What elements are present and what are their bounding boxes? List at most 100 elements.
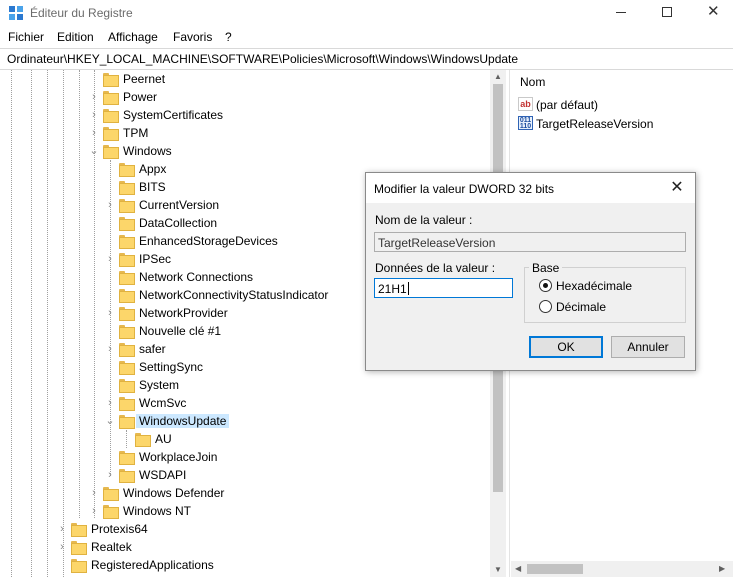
value-name-label: Nom de la valeur : [375,213,473,227]
dialog-title: Modifier la valeur DWORD 32 bits [374,182,555,196]
tree-node-au[interactable]: AU [0,431,480,449]
minimize-button[interactable] [598,0,644,26]
chevron-right-icon[interactable]: › [104,199,116,211]
close-window-button[interactable]: ✕ [690,0,733,26]
menu-edition[interactable]: Edition [57,30,94,44]
minimize-icon [616,12,626,13]
tree-node-windows-defender[interactable]: › Windows Defender [0,485,480,503]
menu-favoris[interactable]: Favoris [173,30,212,44]
dialog-title-bar: Modifier la valeur DWORD 32 bits ✕ [366,173,695,203]
chevron-right-icon[interactable]: › [56,523,68,535]
chevron-right-icon[interactable]: › [104,469,116,481]
folder-icon [118,234,135,249]
menu-help[interactable]: ? [225,30,232,44]
close-icon[interactable]: ✕ [663,177,691,199]
tree-node-registeredapplications[interactable]: RegisteredApplications [0,557,480,575]
tree-node-protexis64[interactable]: › Protexis64 [0,521,480,539]
title-bar: Éditeur du Registre ✕ [0,0,733,26]
edit-dword-dialog: Modifier la valeur DWORD 32 bits ✕ Nom d… [365,172,696,371]
scroll-right-icon[interactable]: ▶ [719,564,725,573]
value-data-input[interactable]: 21H1 [374,278,513,298]
folder-icon [118,360,135,375]
tree-node-workplacejoin[interactable]: WorkplaceJoin [0,449,480,467]
folder-icon [70,522,87,537]
maximize-icon [662,7,672,17]
address-bar[interactable]: Ordinateur\HKEY_LOCAL_MACHINE\SOFTWARE\P… [0,48,733,70]
base-label: Base [529,261,563,275]
chevron-right-icon[interactable]: › [56,541,68,553]
folder-icon [118,180,135,195]
folder-icon [118,162,135,177]
folder-icon [118,288,135,303]
folder-icon [102,72,119,87]
radio-decimal-label[interactable]: Décimale [556,300,606,314]
folder-icon [118,306,135,321]
tree-node-tpm[interactable]: › TPM [0,125,480,143]
folder-icon [118,342,135,357]
tree-node-power[interactable]: › Power [0,89,480,107]
folder-icon [118,252,135,267]
window-title: Éditeur du Registre [30,6,133,20]
folder-open-icon [118,414,135,429]
registry-editor-icon [9,6,23,20]
chevron-right-icon[interactable]: › [88,127,100,139]
tree-node-realtek[interactable]: › Realtek [0,539,480,557]
values-scroll-thumb[interactable] [527,564,583,574]
reg-string-icon: ab [518,97,533,111]
folder-icon [118,216,135,231]
chevron-right-icon[interactable]: › [88,505,100,517]
radio-hexadecimal-label[interactable]: Hexadécimale [556,279,632,293]
chevron-right-icon[interactable]: › [104,343,116,355]
chevron-right-icon[interactable]: › [88,487,100,499]
tree-node-wsdapi[interactable]: › WSDAPI [0,467,480,485]
reg-binary-icon: 011 110 [518,116,533,130]
address-path: Ordinateur\HKEY_LOCAL_MACHINE\SOFTWARE\P… [7,52,519,66]
tree-node-peernet[interactable]: Peernet [0,71,480,89]
folder-icon [102,126,119,141]
close-icon: ✕ [707,3,720,20]
chevron-right-icon[interactable]: › [104,397,116,409]
tree-node-systemcertificates[interactable]: › SystemCertificates [0,107,480,125]
scroll-left-icon[interactable]: ◀ [515,564,521,573]
maximize-button[interactable] [644,0,690,26]
tree-node-windows-nt[interactable]: › Windows NT [0,503,480,521]
scroll-up-icon[interactable]: ▲ [494,72,502,81]
radio-hexadecimal[interactable] [539,279,552,292]
folder-icon [118,450,135,465]
menu-fichier[interactable]: Fichier [8,30,44,44]
folder-open-icon [102,144,119,159]
folder-icon [70,558,87,573]
radio-decimal[interactable] [539,300,552,313]
folder-icon [118,396,135,411]
menu-affichage[interactable]: Affichage [108,30,158,44]
cancel-button[interactable]: Annuler [611,336,685,358]
value-data-label: Données de la valeur : [375,261,496,275]
chevron-down-icon[interactable]: ⌄ [88,145,100,157]
folder-icon [118,324,135,339]
folder-icon [118,198,135,213]
menu-bar: Fichier Edition Affichage Favoris ? [0,27,733,47]
chevron-right-icon[interactable]: › [104,253,116,265]
tree-node-windows[interactable]: ⌄ Windows [0,143,480,161]
folder-icon [70,540,87,555]
column-header-nom[interactable]: Nom [520,75,545,89]
folder-icon [118,468,135,483]
folder-icon [102,486,119,501]
ok-button[interactable]: OK [529,336,603,358]
chevron-right-icon[interactable]: › [88,91,100,103]
tree-node-windowsupdate[interactable]: ⌄ WindowsUpdate [0,413,480,431]
value-name-field: TargetReleaseVersion [374,232,686,252]
values-horizontal-scrollbar[interactable]: ◀ ▶ [511,561,733,577]
tree-node-system[interactable]: System [0,377,480,395]
tree-node-wcmsvc[interactable]: › WcmSvc [0,395,480,413]
base-groupbox [524,267,686,323]
scroll-down-icon[interactable]: ▼ [494,565,502,574]
chevron-down-icon[interactable]: ⌄ [104,415,116,427]
folder-icon [118,270,135,285]
chevron-right-icon[interactable]: › [88,109,100,121]
folder-icon [134,432,151,447]
text-caret [407,282,409,295]
chevron-right-icon[interactable]: › [104,307,116,319]
radio-selected-dot [543,283,548,288]
folder-icon [102,108,119,123]
